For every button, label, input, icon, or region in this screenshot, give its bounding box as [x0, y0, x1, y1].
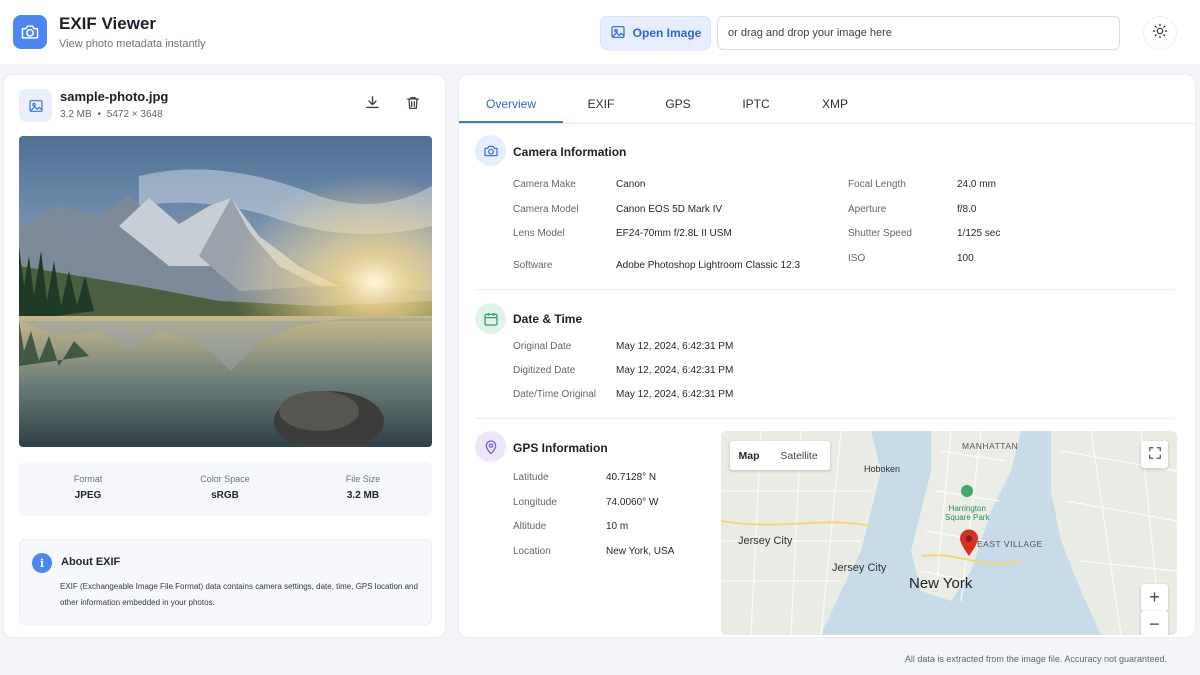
open-image-button[interactable]: Open Image: [600, 16, 711, 50]
lens-model-value: EF24-70mm f/2.8L II USM: [616, 228, 732, 239]
stat-value: sRGB: [211, 490, 239, 501]
altitude-label: Altitude: [513, 521, 547, 532]
stat-value: JPEG: [74, 490, 102, 501]
app-header: EXIF Viewer View photo metadata instantl…: [0, 0, 1200, 64]
aperture-value: f/8.0: [957, 204, 977, 215]
zoom-out-button[interactable]: −: [1141, 611, 1168, 635]
map-label-harrington: Harrington Square Park: [945, 504, 989, 522]
open-image-label: Open Image: [632, 26, 702, 40]
drop-zone-input[interactable]: [717, 16, 1120, 50]
satellite-view-button[interactable]: Satellite: [768, 441, 830, 470]
stat-label: File Size: [345, 474, 381, 484]
map-label-hoboken: Hoboken: [864, 464, 901, 474]
file-meta: 3.2 MB • 5472 × 3648: [60, 109, 163, 120]
file-stats: Format JPEG Color Space sRGB File Size 3…: [19, 462, 432, 516]
active-tab-indicator: [459, 121, 563, 123]
aperture-label: Aperture: [848, 204, 887, 215]
software-label: Software: [513, 260, 553, 271]
disclaimer-text: All data is extracted from the image fil…: [904, 654, 1167, 664]
focal-length-label: Focal Length: [848, 179, 906, 190]
file-panel: sample-photo.jpg 3.2 MB • 5472 × 3648 Fo…: [3, 74, 446, 638]
meta-separator: •: [97, 109, 101, 120]
photo-preview: [19, 136, 432, 447]
section-divider: [475, 418, 1175, 419]
iso-value: 100: [957, 253, 974, 264]
camera-icon: [13, 15, 47, 49]
camera-icon: [475, 135, 506, 166]
about-exif-card: i About EXIF EXIF (Exchangeable Image Fi…: [19, 539, 432, 625]
fullscreen-button[interactable]: [1141, 441, 1168, 468]
fullscreen-icon: [1148, 444, 1162, 465]
tab-bar: Overview EXIF GPS IPTC XMP: [459, 75, 1195, 124]
location-value: New York, USA: [606, 546, 675, 557]
stat-file-size: File Size 3.2 MB: [294, 462, 432, 501]
theme-toggle-button[interactable]: [1143, 16, 1177, 50]
latitude-label: Latitude: [513, 472, 549, 483]
info-icon: i: [32, 553, 52, 573]
digitized-date-value: May 12, 2024, 6:42:31 PM: [616, 365, 734, 376]
datetime-original-label: Date/Time Original: [513, 389, 596, 400]
camera-model-value: Canon EOS 5D Mark IV: [616, 204, 723, 215]
map-pin-icon: [959, 529, 979, 562]
stat-value: 3.2 MB: [346, 490, 380, 501]
datetime-original-value: May 12, 2024, 6:42:31 PM: [616, 389, 734, 400]
map-view-button[interactable]: Map: [730, 441, 768, 470]
camera-make-label: Camera Make: [513, 179, 576, 190]
file-name: sample-photo.jpg: [60, 89, 169, 104]
camera-section-title: Camera Information: [513, 145, 627, 159]
section-divider: [475, 289, 1175, 290]
original-date-value: May 12, 2024, 6:42:31 PM: [616, 341, 734, 352]
download-button[interactable]: [359, 92, 385, 118]
file-dimensions: 5472 × 3648: [106, 109, 163, 120]
map-label-harrington-name: Harrington: [948, 504, 986, 513]
location-label: Location: [513, 546, 551, 557]
shutter-speed-label: Shutter Speed: [848, 228, 912, 239]
map-label-jersey-city: Jersey City: [738, 535, 793, 547]
image-icon: [610, 24, 626, 43]
altitude-value: 10 m: [606, 521, 629, 532]
focal-length-value: 24.0 mm: [957, 179, 996, 190]
shutter-speed-value: 1/125 sec: [957, 228, 1001, 239]
calendar-icon: [475, 303, 506, 334]
map-label-new-york: New York: [909, 575, 973, 592]
sun-icon: [1152, 23, 1168, 44]
gps-section-title: GPS Information: [513, 441, 608, 455]
map-label-manhattan: MANHATTAN: [962, 441, 1019, 451]
image-icon: [19, 89, 52, 122]
map-label-square-park: Square Park: [945, 513, 990, 522]
stat-format: Format JPEG: [19, 462, 157, 501]
stat-label: Color Space: [200, 474, 250, 484]
download-icon: [364, 94, 381, 116]
longitude-value: 74.0060° W: [606, 497, 659, 508]
datetime-section-title: Date & Time: [513, 312, 583, 326]
stat-label: Format: [73, 474, 103, 484]
digitized-date-label: Digitized Date: [513, 365, 576, 376]
tab-overview[interactable]: Overview: [459, 97, 563, 111]
software-value: Adobe Photoshop Lightroom Classic 12.3: [616, 260, 801, 271]
metadata-panel: Overview EXIF GPS IPTC XMP Camera Inform…: [458, 74, 1196, 638]
lens-model-label: Lens Model: [513, 228, 565, 239]
camera-model-label: Camera Model: [513, 204, 579, 215]
location-map[interactable]: Map Satellite + − MANHATTAN Hoboken Harr…: [721, 431, 1177, 635]
original-date-label: Original Date: [513, 341, 572, 352]
map-label-jersey-city: Jersey City: [832, 562, 887, 574]
tab-xmp[interactable]: XMP: [783, 97, 887, 111]
file-size: 3.2 MB: [60, 109, 92, 120]
location-pin-icon: [475, 431, 506, 462]
app-title: EXIF Viewer: [59, 14, 157, 33]
iso-label: ISO: [848, 253, 866, 264]
zoom-in-button[interactable]: +: [1141, 584, 1168, 611]
map-type-toggle: Map Satellite: [730, 441, 830, 470]
longitude-label: Longitude: [513, 497, 557, 508]
stat-color-space: Color Space sRGB: [156, 462, 294, 501]
latitude-value: 40.7128° N: [606, 472, 657, 483]
delete-button[interactable]: [400, 92, 426, 118]
about-text: EXIF (Exchangeable Image File Format) da…: [60, 582, 418, 607]
map-label-east-village: EAST VILLAGE: [977, 539, 1043, 549]
camera-make-value: Canon: [616, 179, 646, 190]
about-title: About EXIF: [61, 556, 121, 568]
trash-icon: [405, 95, 421, 116]
app-subtitle: View photo metadata instantly: [59, 38, 206, 50]
